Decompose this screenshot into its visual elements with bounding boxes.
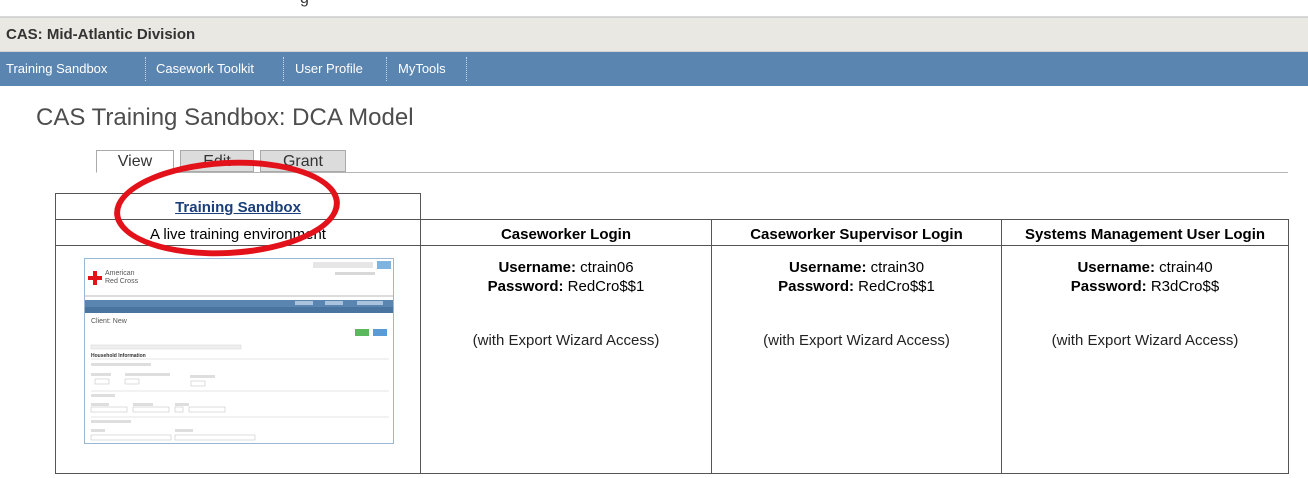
username-value: ctrain30 — [870, 259, 925, 276]
app-title: CAS: Mid-Atlantic Division — [6, 26, 196, 43]
nav-item-mytools[interactable]: MyTools — [398, 61, 446, 76]
username-value: ctrain40 — [1159, 259, 1213, 276]
password-value: RedCro$$1 — [567, 278, 645, 295]
nav-separator — [466, 57, 467, 81]
main-navbar: Training Sandbox Casework Toolkit User P… — [0, 52, 1308, 86]
password-value: R3dCro$$ — [1150, 278, 1220, 295]
sandbox-screenshot-thumbnail[interactable]: American Red Cross Client: New Household… — [84, 258, 394, 444]
thumb-brand-line2: Red Cross — [105, 278, 139, 285]
password-label: Password: — [1070, 278, 1147, 295]
password-label: Password: — [487, 278, 564, 295]
systems-credentials: Username: ctrain40 Password: R3dCro$$ — [1002, 258, 1288, 296]
nav-separator — [145, 57, 146, 81]
username-label: Username: — [498, 259, 576, 276]
page-title: CAS Training Sandbox: DCA Model — [36, 104, 414, 131]
top-strip: g — [0, 0, 1308, 18]
nav-item-training-sandbox[interactable]: Training Sandbox — [6, 61, 107, 76]
nav-item-user-profile[interactable]: User Profile — [295, 61, 363, 76]
nav-separator — [386, 57, 387, 81]
caseworker-login-header: Caseworker Login — [500, 226, 632, 243]
password-label: Password: — [778, 278, 854, 295]
username-value: ctrain06 — [580, 259, 634, 276]
systems-login-header: Systems Management User Login — [1024, 226, 1266, 243]
tab-view[interactable]: View — [96, 150, 174, 173]
table-rule — [55, 473, 1288, 474]
supervisor-credentials: Username: ctrain30 Password: RedCro$$1 — [712, 258, 1001, 296]
nav-item-casework-toolkit[interactable]: Casework Toolkit — [156, 61, 254, 76]
supervisor-login-header: Caseworker Supervisor Login — [750, 226, 963, 243]
table-rule — [1288, 219, 1289, 474]
supervisor-access-note: (with Export Wizard Access) — [763, 332, 950, 349]
top-text-fragment: g — [300, 0, 309, 8]
thumb-page-heading: Client: New — [91, 318, 128, 325]
thumb-brand-line1: American — [105, 270, 135, 277]
nav-separator — [283, 57, 284, 81]
app-title-bar: CAS: Mid-Atlantic Division — [0, 17, 1308, 52]
username-label: Username: — [788, 259, 867, 276]
systems-access-note: (with Export Wizard Access) — [1051, 332, 1239, 349]
caseworker-access-note: (with Export Wizard Access) — [472, 332, 660, 349]
password-value: RedCro$$1 — [858, 278, 935, 295]
caseworker-credentials: Username: ctrain06 Password: RedCro$$1 — [421, 258, 711, 296]
thumb-section-heading: Household Information — [91, 353, 146, 359]
username-label: Username: — [1077, 259, 1155, 276]
